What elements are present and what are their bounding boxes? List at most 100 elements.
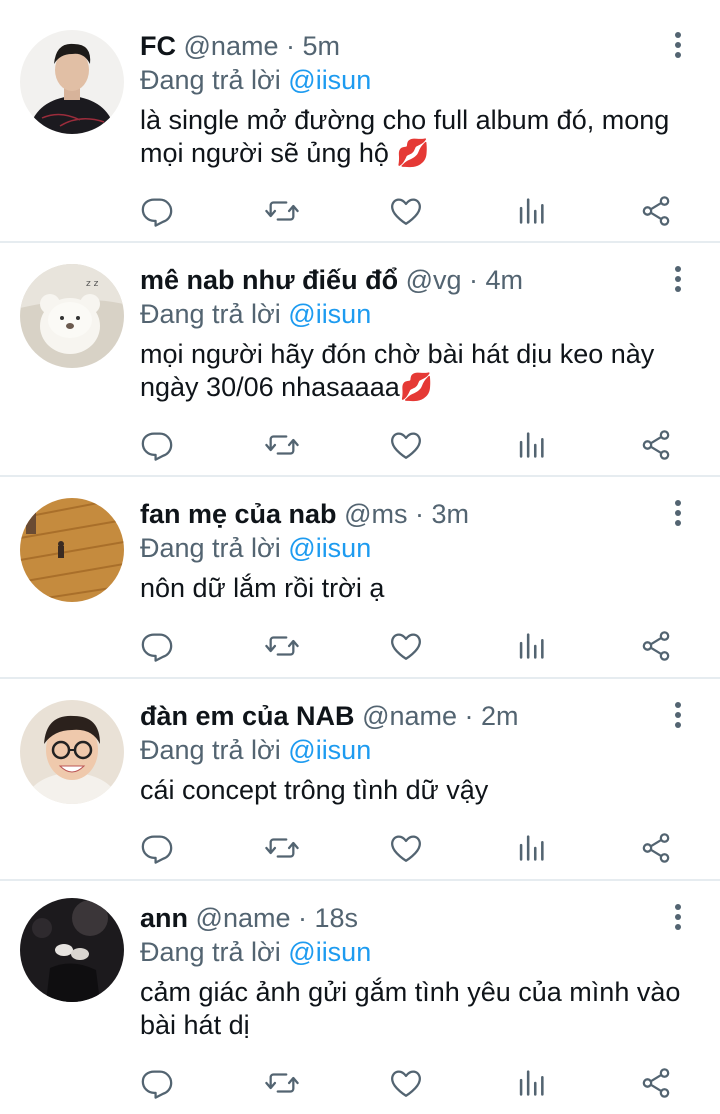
tweet[interactable]: ann @name · 18s Đang trả lời @iisun cảm … <box>0 898 720 1110</box>
stats-icon <box>519 633 544 659</box>
divider <box>0 241 720 243</box>
retweet-button[interactable] <box>262 626 302 666</box>
tweet[interactable]: FC @name · 5m Đang trả lời @iisun là sin… <box>0 28 720 238</box>
divider <box>0 475 720 477</box>
retweet-button[interactable] <box>262 191 302 231</box>
display-name[interactable]: ann <box>140 903 188 933</box>
separator-dot: · <box>457 701 482 731</box>
view-stats-button[interactable] <box>511 1063 551 1103</box>
like-button[interactable] <box>386 626 426 666</box>
separator-dot: · <box>290 903 315 933</box>
user-handle[interactable]: @name <box>362 701 457 731</box>
separator-dot: · <box>461 265 486 295</box>
reply-button[interactable] <box>137 626 177 666</box>
replying-to-label: Đang trả lời <box>140 65 281 95</box>
tweet-actions <box>0 626 720 666</box>
retweet-icon <box>265 201 299 221</box>
display-name[interactable]: FC <box>140 31 176 61</box>
display-name[interactable]: fan mẹ của nab <box>140 499 337 529</box>
avatar[interactable] <box>20 498 124 602</box>
share-icon <box>642 196 670 226</box>
replying-to: Đang trả lời @iisun <box>140 62 371 98</box>
divider <box>0 677 720 679</box>
reply-icon <box>141 633 173 662</box>
avatar[interactable]: z z <box>20 264 124 368</box>
user-handle[interactable]: @name <box>184 31 279 61</box>
avatar[interactable] <box>20 898 124 1002</box>
heart-icon <box>391 835 421 862</box>
reply-button[interactable] <box>137 1063 177 1103</box>
share-button[interactable] <box>636 191 676 231</box>
view-stats-button[interactable] <box>511 191 551 231</box>
reply-button[interactable] <box>137 191 177 231</box>
retweet-button[interactable] <box>262 425 302 465</box>
timestamp[interactable]: 2m <box>481 701 519 731</box>
replying-to: Đang trả lời @iisun <box>140 530 371 566</box>
tweet-header: mê nab như điếu đổ @vg · 4m <box>140 262 523 298</box>
avatar[interactable] <box>20 700 124 804</box>
timestamp[interactable]: 18s <box>314 903 358 933</box>
share-button[interactable] <box>636 626 676 666</box>
display-name[interactable]: mê nab như điếu đổ <box>140 265 398 295</box>
reply-icon <box>141 1070 173 1099</box>
view-stats-button[interactable] <box>511 425 551 465</box>
mention-link[interactable]: @iisun <box>288 735 371 765</box>
tweet[interactable]: z z mê nab như điếu đổ @vg · 4m Đang trả… <box>0 262 720 472</box>
more-vertical-icon[interactable] <box>664 902 692 932</box>
tweet-header: fan mẹ của nab @ms · 3m <box>140 496 469 532</box>
stats-icon <box>519 1070 544 1096</box>
like-button[interactable] <box>386 191 426 231</box>
timestamp[interactable]: 3m <box>431 499 469 529</box>
reply-button[interactable] <box>137 828 177 868</box>
view-stats-button[interactable] <box>511 626 551 666</box>
mention-link[interactable]: @iisun <box>288 65 371 95</box>
replying-to-label: Đang trả lời <box>140 735 281 765</box>
user-handle[interactable]: @name <box>196 903 291 933</box>
share-button[interactable] <box>636 1063 676 1103</box>
user-handle[interactable]: @ms <box>344 499 407 529</box>
tweet-header: FC @name · 5m <box>140 28 340 64</box>
heart-icon <box>391 432 421 459</box>
tweet[interactable]: fan mẹ của nab @ms · 3m Đang trả lời @ii… <box>0 496 720 672</box>
display-name[interactable]: đàn em của NAB <box>140 701 355 731</box>
more-vertical-icon[interactable] <box>664 498 692 528</box>
retweet-button[interactable] <box>262 828 302 868</box>
share-button[interactable] <box>636 828 676 868</box>
stats-icon <box>519 432 544 458</box>
mention-link[interactable]: @iisun <box>288 533 371 563</box>
more-vertical-icon[interactable] <box>664 700 692 730</box>
tweet-text: cái concept trông tình dữ vậy <box>140 775 489 805</box>
reply-button[interactable] <box>137 425 177 465</box>
retweet-icon <box>265 838 299 858</box>
tweet-actions <box>0 828 720 868</box>
avatar[interactable] <box>20 30 124 134</box>
more-vertical-icon[interactable] <box>664 264 692 294</box>
tweet-text: mọi người hãy đón chờ bài hát dịu keo nà… <box>140 339 655 402</box>
mention-link[interactable]: @iisun <box>288 299 371 329</box>
like-button[interactable] <box>386 425 426 465</box>
share-icon <box>642 430 670 460</box>
tweet-actions <box>0 425 720 465</box>
replying-to-label: Đang trả lời <box>140 937 281 967</box>
tweet-actions <box>0 191 720 231</box>
share-button[interactable] <box>636 425 676 465</box>
reply-icon <box>141 835 173 864</box>
user-handle[interactable]: @vg <box>406 265 462 295</box>
retweet-button[interactable] <box>262 1063 302 1103</box>
replying-to: Đang trả lời @iisun <box>140 732 371 768</box>
timestamp[interactable]: 4m <box>486 265 524 295</box>
tweet[interactable]: đàn em của NAB @name · 2m Đang trả lời @… <box>0 698 720 874</box>
share-icon <box>642 1068 670 1098</box>
more-vertical-icon[interactable] <box>664 30 692 60</box>
share-icon <box>642 631 670 661</box>
heart-icon <box>391 198 421 225</box>
share-icon <box>642 833 670 863</box>
like-button[interactable] <box>386 1063 426 1103</box>
view-stats-button[interactable] <box>511 828 551 868</box>
mention-link[interactable]: @iisun <box>288 937 371 967</box>
tweet-text: nôn dữ lắm rồi trời ạ <box>140 573 385 603</box>
like-button[interactable] <box>386 828 426 868</box>
timestamp[interactable]: 5m <box>302 31 340 61</box>
retweet-icon <box>265 636 299 656</box>
separator-dot: · <box>278 31 303 61</box>
